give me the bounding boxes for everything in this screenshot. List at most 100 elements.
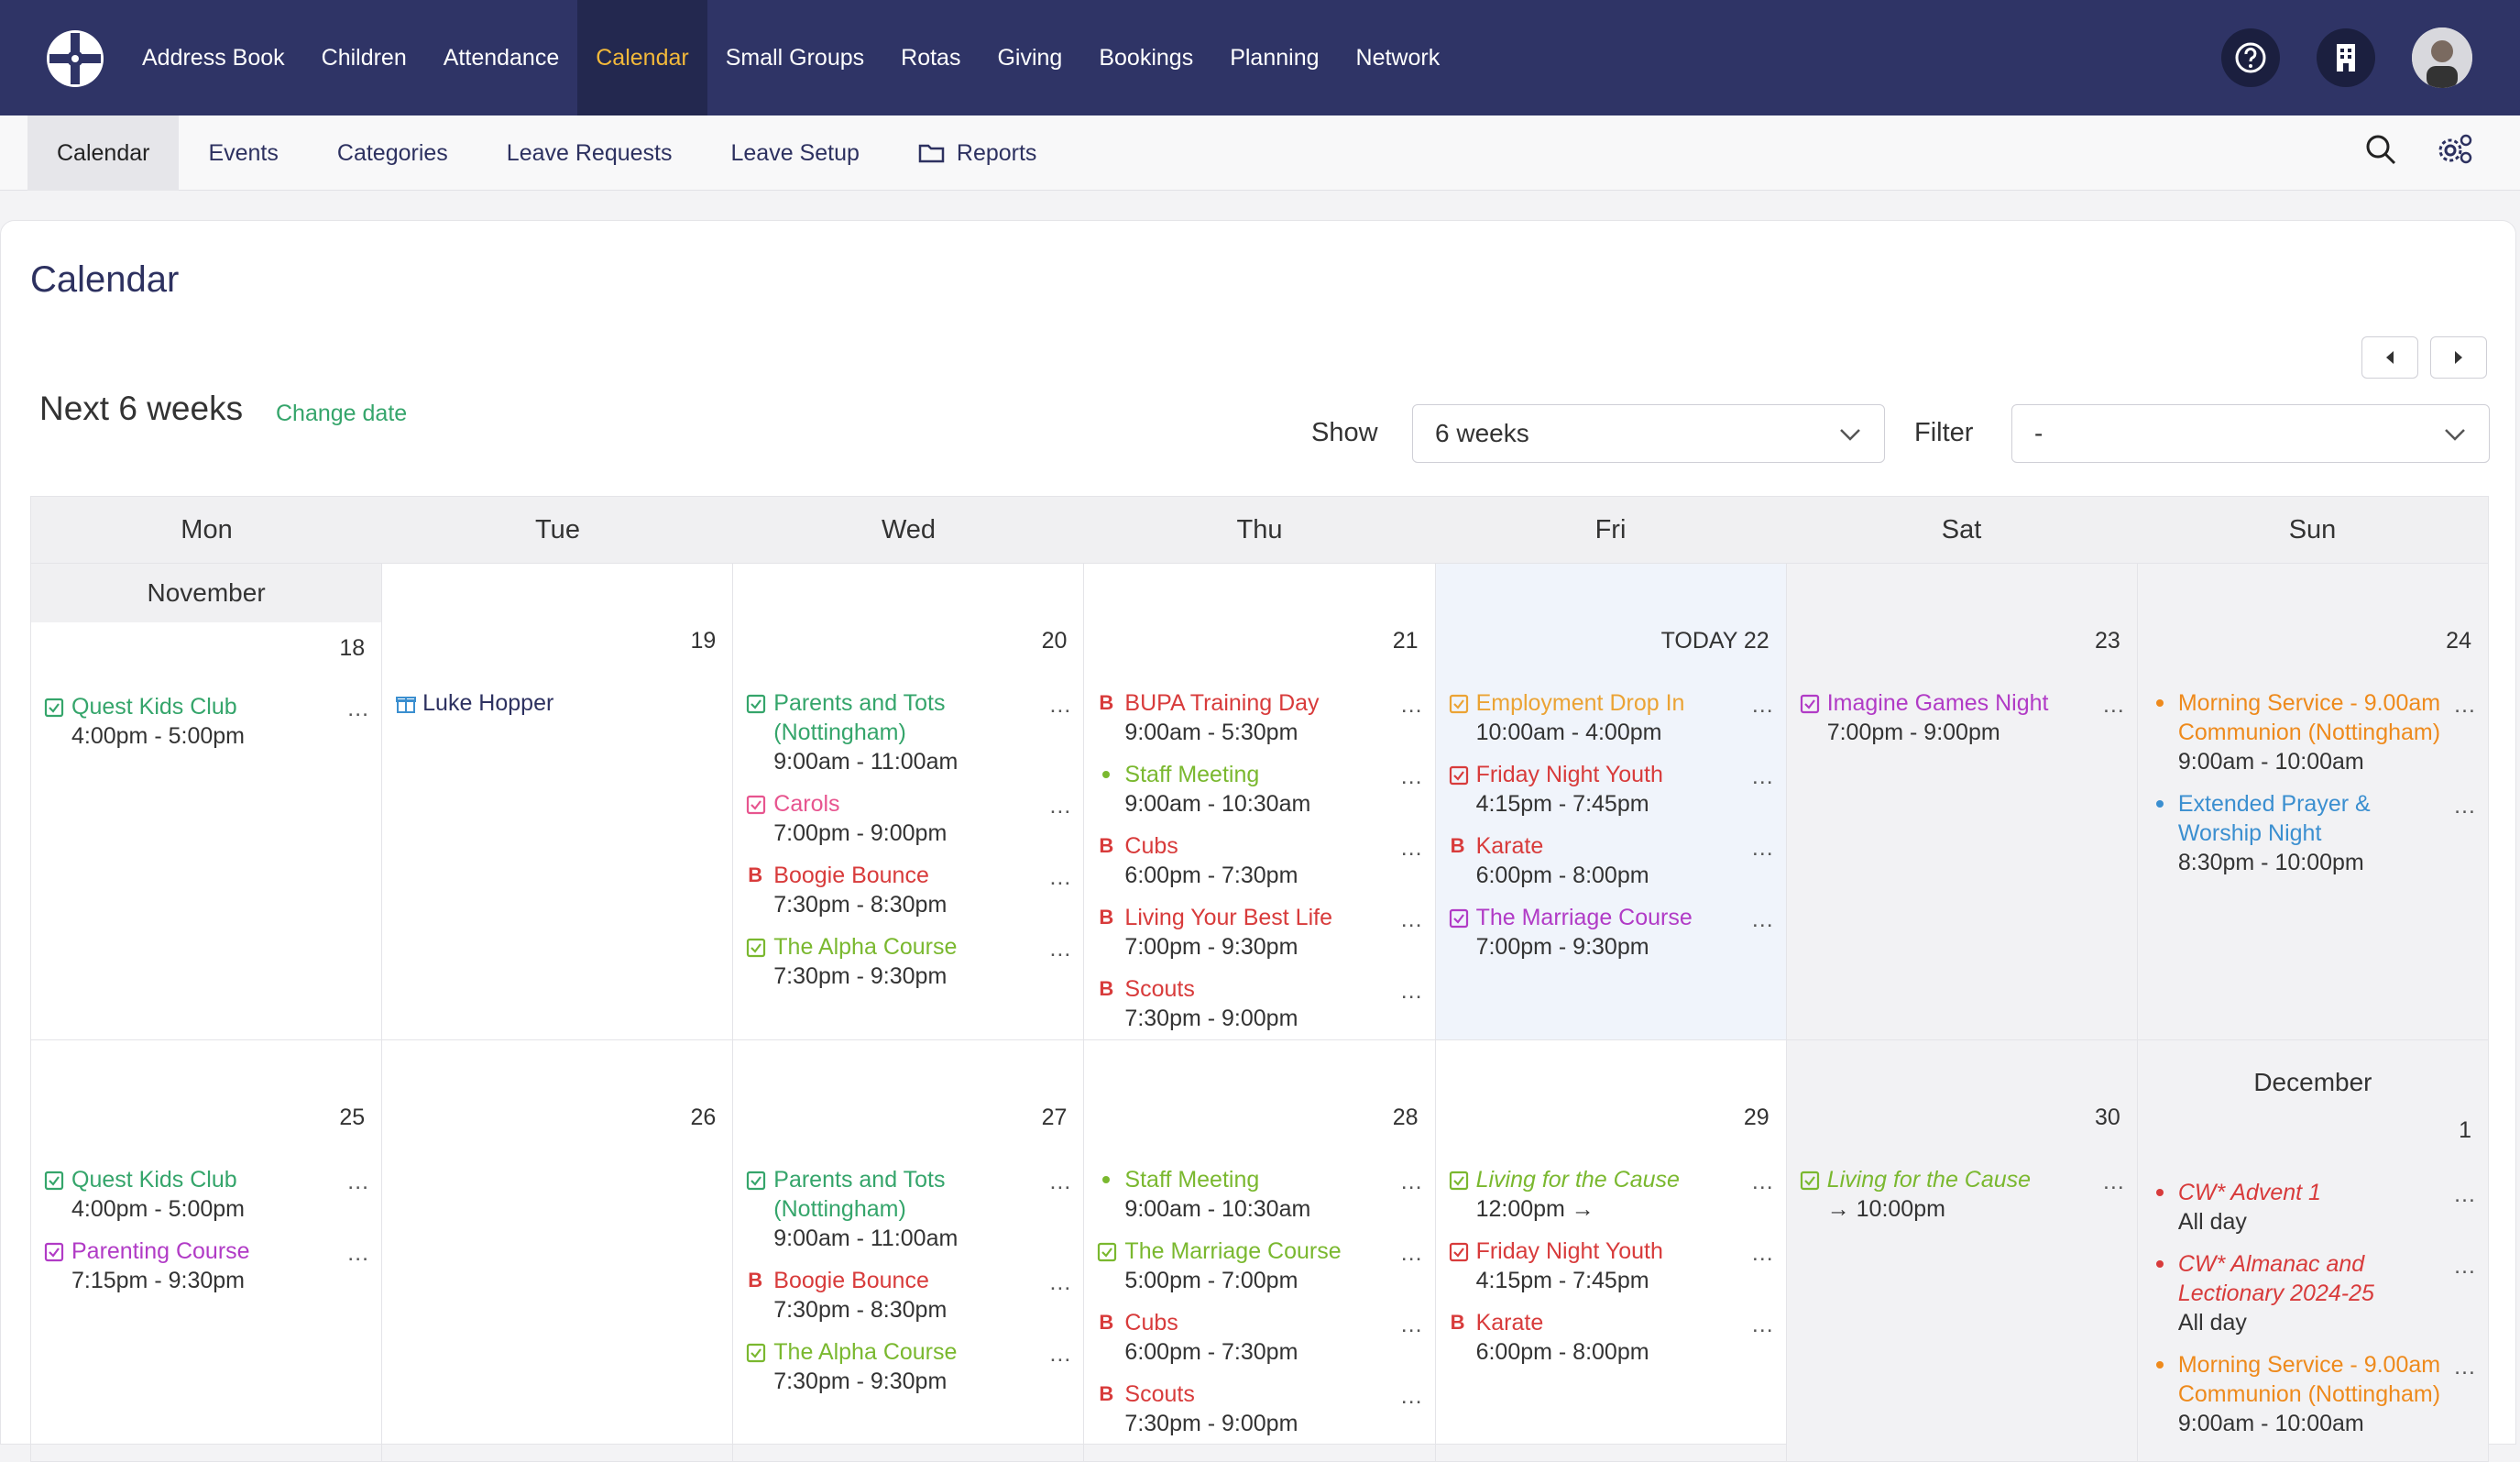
more-options-icon[interactable]: … [1048, 1339, 1072, 1369]
more-options-icon[interactable]: … [2453, 1251, 2477, 1281]
more-options-icon[interactable]: … [1400, 762, 1424, 791]
more-options-icon[interactable]: … [1751, 905, 1775, 934]
more-options-icon[interactable]: … [1400, 976, 1424, 1006]
more-options-icon[interactable]: … [1400, 1238, 1424, 1268]
more-options-icon[interactable]: … [1400, 690, 1424, 720]
more-options-icon[interactable]: … [346, 694, 370, 723]
more-options-icon[interactable]: … [1048, 1268, 1072, 1297]
more-options-icon[interactable]: … [2453, 791, 2477, 820]
more-options-icon[interactable]: … [1751, 1167, 1775, 1196]
more-options-icon[interactable]: … [1400, 833, 1424, 863]
more-options-icon[interactable]: … [1048, 791, 1072, 820]
day-cell-23[interactable]: 23 Imagine Games Night 7:00pm - 9:00pm… [1786, 564, 2138, 1040]
day-cell-18[interactable]: November 18 Quest Kids Club 4:00pm - 5:00pm… [31, 564, 383, 1040]
calendar-event[interactable]: Parenting Course 7:15pm - 9:30pm… [42, 1237, 370, 1295]
subnav-item-events[interactable]: Events [179, 115, 307, 191]
more-options-icon[interactable]: … [1048, 863, 1072, 892]
calendar-event[interactable]: B Cubs 6:00pm - 7:30pm… [1095, 831, 1423, 890]
calendar-event[interactable]: Morning Service - 9.00am Communion (Nott… [2149, 1350, 2477, 1438]
more-options-icon[interactable]: … [2102, 1167, 2126, 1196]
subnav-item-categories[interactable]: Categories [308, 115, 477, 191]
day-cell-1[interactable]: December 1 CW* Advent 1 All day… CW* Almanac… [2137, 1040, 2489, 1462]
nav-item-giving[interactable]: Giving [979, 0, 1080, 115]
search-icon[interactable] [2364, 133, 2397, 170]
calendar-event[interactable]: Living for the Cause 12:00pm →… [1447, 1165, 1775, 1224]
day-cell-29[interactable]: 29 Living for the Cause 12:00pm →… Friday N… [1435, 1040, 1787, 1462]
nav-item-children[interactable]: Children [303, 0, 425, 115]
calendar-event[interactable]: Quest Kids Club 4:00pm - 5:00pm… [42, 692, 370, 751]
more-options-icon[interactable]: … [1400, 1310, 1424, 1339]
more-options-icon[interactable]: … [1751, 690, 1775, 720]
help-icon[interactable] [2221, 28, 2280, 87]
calendar-event[interactable]: Quest Kids Club 4:00pm - 5:00pm… [42, 1165, 370, 1224]
settings-icon[interactable] [2436, 132, 2474, 171]
day-cell-26[interactable]: 26 [382, 1040, 734, 1462]
calendar-event[interactable]: B Karate 6:00pm - 8:00pm… [1447, 1308, 1775, 1367]
more-options-icon[interactable]: … [1048, 690, 1072, 720]
calendar-event[interactable]: B Scouts 7:30pm - 9:00pm… [1095, 974, 1423, 1033]
subnav-item-leave-setup[interactable]: Leave Setup [701, 115, 888, 191]
more-options-icon[interactable]: … [1048, 934, 1072, 963]
nav-item-address-book[interactable]: Address Book [124, 0, 303, 115]
calendar-event[interactable]: B Boogie Bounce 7:30pm - 8:30pm… [744, 1266, 1072, 1325]
more-options-icon[interactable]: … [1751, 833, 1775, 863]
more-options-icon[interactable]: … [346, 1167, 370, 1196]
day-cell-22[interactable]: TODAY 22 Employment Drop In 10:00am - 4:00… [1435, 564, 1787, 1040]
more-options-icon[interactable]: … [1400, 905, 1424, 934]
calendar-event[interactable]: Staff Meeting 9:00am - 10:30am… [1095, 1165, 1423, 1224]
show-select[interactable]: 6 weeks [1412, 404, 1885, 463]
app-logo-icon[interactable] [44, 27, 106, 90]
nav-item-bookings[interactable]: Bookings [1080, 0, 1211, 115]
calendar-event[interactable]: B BUPA Training Day 9:00am - 5:30pm… [1095, 688, 1423, 747]
subnav-item-reports[interactable]: Reports [889, 115, 1067, 191]
day-cell-27[interactable]: 27 Parents and Tots (Nottingham) 9:00am - … [733, 1040, 1085, 1462]
building-icon[interactable] [2317, 28, 2375, 87]
calendar-event[interactable]: Living for the Cause → 10:00pm… [1798, 1165, 2126, 1224]
filter-select[interactable]: - [2011, 404, 2490, 463]
day-cell-25[interactable]: 25 Quest Kids Club 4:00pm - 5:00pm… Parenti… [31, 1040, 383, 1462]
more-options-icon[interactable]: … [1400, 1167, 1424, 1196]
calendar-event[interactable]: Employment Drop In 10:00am - 4:00pm… [1447, 688, 1775, 747]
nav-item-planning[interactable]: Planning [1211, 0, 1337, 115]
calendar-event[interactable]: The Marriage Course 5:00pm - 7:00pm… [1095, 1237, 1423, 1295]
day-cell-19[interactable]: 19 Luke Hopper [382, 564, 734, 1040]
calendar-event[interactable]: The Marriage Course 7:00pm - 9:30pm… [1447, 903, 1775, 962]
nav-item-attendance[interactable]: Attendance [425, 0, 578, 115]
calendar-event[interactable]: B Living Your Best Life 7:00pm - 9:30pm… [1095, 903, 1423, 962]
subnav-item-calendar[interactable]: Calendar [27, 115, 180, 191]
more-options-icon[interactable]: … [1048, 1167, 1072, 1196]
subnav-item-leave-requests[interactable]: Leave Requests [477, 115, 702, 191]
calendar-event[interactable]: Carols 7:00pm - 9:00pm… [744, 789, 1072, 848]
calendar-event[interactable]: B Cubs 6:00pm - 7:30pm… [1095, 1308, 1423, 1367]
calendar-event[interactable]: Parents and Tots (Nottingham) 9:00am - 11… [744, 1165, 1072, 1253]
day-cell-30[interactable]: 30 Living for the Cause → 10:00pm… [1786, 1040, 2138, 1462]
calendar-event[interactable]: CW* Almanac and Lectionary 2024-25 All da… [2149, 1249, 2477, 1337]
next-period-button[interactable] [2430, 336, 2487, 379]
calendar-event[interactable]: The Alpha Course 7:30pm - 9:30pm… [744, 932, 1072, 991]
more-options-icon[interactable]: … [1400, 1381, 1424, 1411]
day-cell-24[interactable]: 24 Morning Service - 9.00am Communion (No… [2137, 564, 2489, 1040]
user-avatar[interactable] [2412, 27, 2472, 88]
previous-period-button[interactable] [2361, 336, 2418, 379]
more-options-icon[interactable]: … [1751, 1310, 1775, 1339]
more-options-icon[interactable]: … [1751, 1238, 1775, 1268]
calendar-event[interactable]: CW* Advent 1 All day… [2149, 1178, 2477, 1237]
nav-item-rotas[interactable]: Rotas [882, 0, 979, 115]
calendar-event[interactable]: Morning Service - 9.00am Communion (Nott… [2149, 688, 2477, 776]
calendar-event[interactable]: B Karate 6:00pm - 8:00pm… [1447, 831, 1775, 890]
calendar-event[interactable]: Extended Prayer & Worship Night 8:30pm - … [2149, 789, 2477, 877]
more-options-icon[interactable]: … [2453, 690, 2477, 720]
day-cell-21[interactable]: 21 B BUPA Training Day 9:00am - 5:30pm… Staf… [1084, 564, 1436, 1040]
calendar-event[interactable]: Luke Hopper [393, 688, 721, 718]
more-options-icon[interactable]: … [346, 1238, 370, 1268]
calendar-event[interactable]: B Scouts 7:30pm - 9:00pm… [1095, 1380, 1423, 1438]
calendar-event[interactable]: Staff Meeting 9:00am - 10:30am… [1095, 760, 1423, 819]
more-options-icon[interactable]: … [2453, 1352, 2477, 1381]
more-options-icon[interactable]: … [1751, 762, 1775, 791]
calendar-event[interactable]: Friday Night Youth 4:15pm - 7:45pm… [1447, 760, 1775, 819]
calendar-event[interactable]: B Boogie Bounce 7:30pm - 8:30pm… [744, 861, 1072, 919]
calendar-event[interactable]: Imagine Games Night 7:00pm - 9:00pm… [1798, 688, 2126, 747]
day-cell-20[interactable]: 20 Parents and Tots (Nottingham) 9:00am - … [733, 564, 1085, 1040]
calendar-event[interactable]: Friday Night Youth 4:15pm - 7:45pm… [1447, 1237, 1775, 1295]
more-options-icon[interactable]: … [2102, 690, 2126, 720]
